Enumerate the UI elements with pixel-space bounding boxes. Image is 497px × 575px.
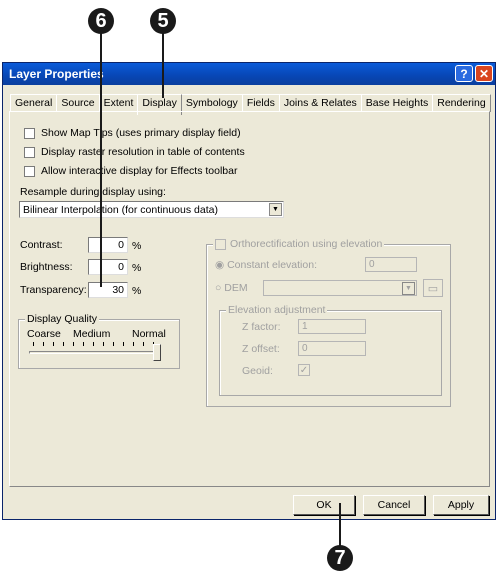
orthorectification-group: Orthorectification using elevation ◉ Con… bbox=[206, 238, 451, 407]
dem-dropdown[interactable]: ▼ bbox=[263, 280, 417, 296]
transparency-percent: % bbox=[132, 285, 142, 297]
contrast-label: Contrast: bbox=[20, 239, 63, 251]
dem-radio[interactable]: ○ DEM bbox=[215, 282, 248, 294]
brightness-label: Brightness: bbox=[20, 261, 73, 273]
constant-elevation-label: Constant elevation: bbox=[227, 259, 317, 271]
constant-elevation-radio[interactable]: ◉ Constant elevation: bbox=[215, 259, 317, 271]
layer-properties-dialog: Layer Properties ? ✕ General Source Extent… bbox=[2, 62, 496, 520]
help-button[interactable]: ? bbox=[455, 65, 473, 82]
resample-value: Bilinear Interpolation (for continuous d… bbox=[23, 204, 218, 216]
display-quality-group: Display Quality Coarse Medium Normal bbox=[18, 313, 180, 369]
allow-interactive-checkbox[interactable]: Allow interactive display for Effects to… bbox=[24, 164, 237, 178]
contrast-percent: % bbox=[132, 240, 142, 252]
show-map-tips-checkbox[interactable]: Show Map Tips (uses primary display fiel… bbox=[24, 126, 241, 140]
z-offset-label: Z offset: bbox=[242, 343, 280, 355]
tab-symbology[interactable]: Symbology bbox=[180, 94, 243, 112]
resample-dropdown[interactable]: Bilinear Interpolation (for continuous d… bbox=[19, 201, 284, 218]
quality-slider-track bbox=[29, 351, 161, 354]
show-map-tips-label: Show Map Tips (uses primary display fiel… bbox=[41, 127, 241, 139]
display-raster-resolution-label: Display raster resolution in table of co… bbox=[41, 146, 245, 158]
folder-icon: ▭ bbox=[427, 282, 439, 295]
chevron-down-icon: ▼ bbox=[269, 203, 282, 216]
tab-rendering[interactable]: Rendering bbox=[432, 94, 491, 112]
allow-interactive-label: Allow interactive display for Effects to… bbox=[41, 165, 238, 177]
cancel-button[interactable]: Cancel bbox=[363, 495, 425, 515]
radio-selected-icon: ◉ bbox=[215, 259, 225, 271]
geoid-checkbox[interactable]: ✓ bbox=[298, 364, 310, 376]
close-icon: ✕ bbox=[478, 66, 490, 81]
brightness-percent: % bbox=[132, 262, 142, 274]
tab-general[interactable]: General bbox=[10, 94, 58, 112]
tab-strip: General Source Extent Display Symbology Field… bbox=[10, 94, 491, 115]
resample-label: Resample during display using: bbox=[20, 186, 166, 198]
contrast-input[interactable]: 0 bbox=[88, 237, 128, 253]
z-factor-input[interactable]: 1 bbox=[298, 319, 366, 334]
checkbox-box bbox=[24, 127, 35, 139]
checkbox-box bbox=[24, 165, 35, 177]
tab-source[interactable]: Source bbox=[56, 94, 100, 112]
quality-slider-thumb[interactable] bbox=[153, 344, 161, 361]
display-quality-title: Display Quality bbox=[25, 313, 100, 325]
quality-medium-label: Medium bbox=[73, 328, 111, 340]
tab-base-heights[interactable]: Base Heights bbox=[360, 94, 434, 112]
tab-extent[interactable]: Extent bbox=[98, 94, 139, 112]
apply-button[interactable]: Apply bbox=[433, 495, 489, 515]
transparency-label: Transparency: bbox=[20, 284, 87, 296]
transparency-input[interactable]: 30 bbox=[88, 282, 128, 298]
checkmark-icon: ✓ bbox=[299, 364, 309, 376]
constant-elevation-input[interactable]: 0 bbox=[365, 257, 417, 272]
radio-empty-icon: ○ bbox=[215, 282, 222, 294]
quality-normal-label: Normal bbox=[132, 328, 166, 340]
brightness-input[interactable]: 0 bbox=[88, 259, 128, 275]
elevation-adjustment-group: Elevation adjustment Z factor: 1 Z offse… bbox=[219, 304, 442, 396]
quality-coarse-label: Coarse bbox=[27, 328, 61, 340]
display-tab-panel: Show Map Tips (uses primary display fiel… bbox=[9, 111, 490, 487]
orthorectification-label: Orthorectification using elevation bbox=[230, 238, 383, 250]
orthorectification-checkbox[interactable]: Orthorectification using elevation bbox=[213, 238, 385, 250]
callout-6-line bbox=[100, 33, 102, 287]
elevation-adjustment-title: Elevation adjustment bbox=[226, 304, 328, 316]
z-offset-input[interactable]: 0 bbox=[298, 341, 366, 356]
tab-fields[interactable]: Fields bbox=[241, 94, 280, 112]
checkbox-box bbox=[215, 238, 226, 250]
ok-button[interactable]: OK bbox=[293, 495, 355, 515]
dem-label: DEM bbox=[224, 282, 248, 294]
chevron-down-icon: ▼ bbox=[402, 282, 415, 295]
callout-5-line bbox=[162, 33, 164, 98]
z-factor-label: Z factor: bbox=[242, 321, 281, 333]
window-title: Layer Properties bbox=[9, 67, 104, 81]
tab-joins-relates[interactable]: Joins & Relates bbox=[278, 94, 362, 112]
checkbox-box bbox=[24, 146, 35, 158]
callout-7: 7 bbox=[327, 545, 353, 571]
help-icon: ? bbox=[460, 66, 468, 81]
callout-5: 5 bbox=[150, 8, 176, 34]
callout-7-line bbox=[339, 503, 341, 546]
title-bar[interactable]: Layer Properties ? ✕ bbox=[3, 63, 495, 85]
callout-6: 6 bbox=[88, 8, 114, 34]
close-button[interactable]: ✕ bbox=[475, 65, 493, 82]
geoid-label: Geoid: bbox=[242, 365, 273, 377]
browse-button[interactable]: ▭ bbox=[423, 279, 443, 297]
display-raster-resolution-checkbox[interactable]: Display raster resolution in table of co… bbox=[24, 145, 245, 159]
quality-ticks bbox=[33, 342, 155, 346]
